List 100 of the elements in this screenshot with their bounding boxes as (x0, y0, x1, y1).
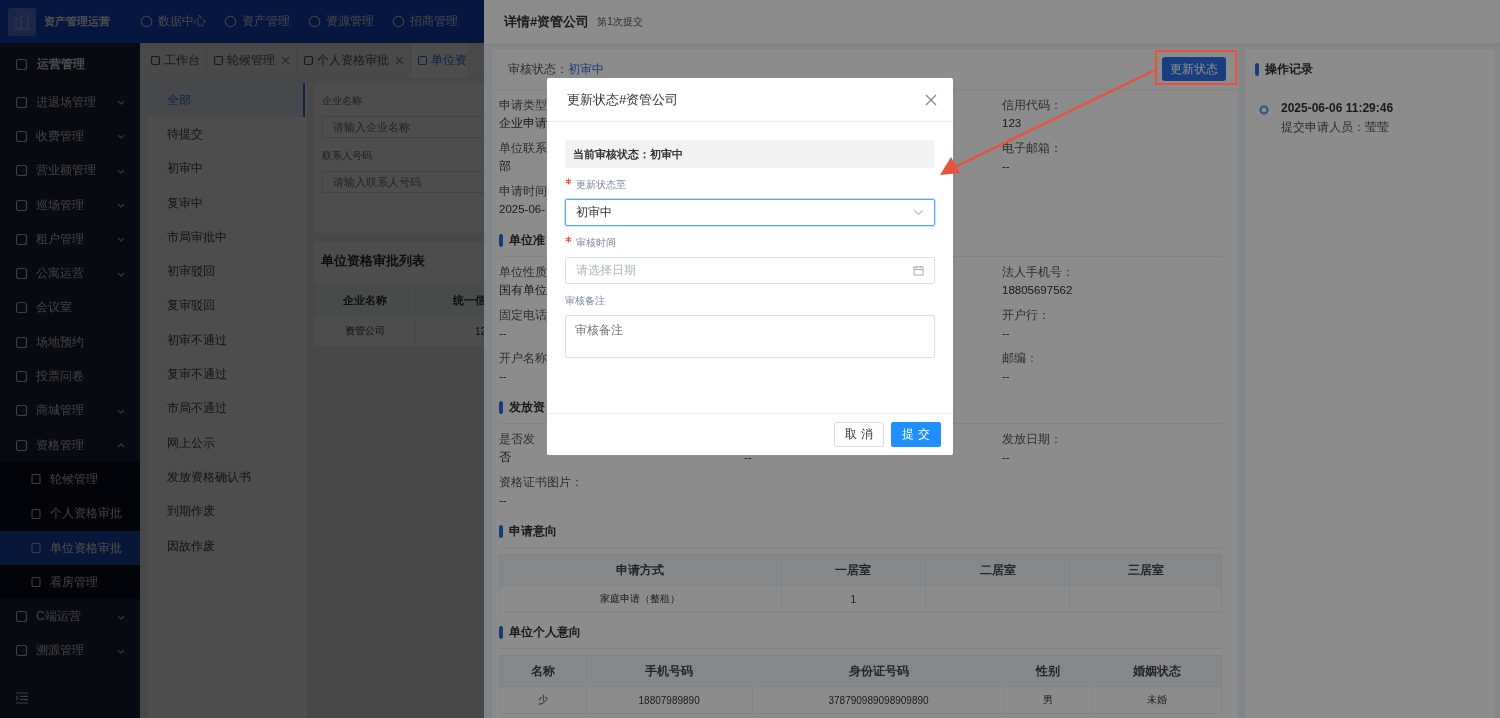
section-title: 单位准 (509, 232, 545, 249)
update-status-button[interactable]: 更新状态 (1162, 57, 1226, 81)
circle-icon (140, 15, 153, 28)
close-icon[interactable] (281, 56, 290, 65)
square-icon (150, 55, 161, 66)
section-title: 操作记录 (1265, 60, 1313, 78)
audit-status-value: 初审中 (568, 60, 605, 78)
column-header: 三居室 (1069, 554, 1222, 586)
submit-button[interactable]: 提 交 (891, 422, 941, 447)
drawer-subtitle: 第1次提交 (597, 15, 643, 29)
field-label: 单位联系 (499, 142, 547, 154)
column-header: 婚姻状态 (1091, 655, 1222, 687)
column-header: 企业名称 (314, 284, 416, 316)
table-cell: 未婚 (1146, 694, 1167, 705)
circle-icon (224, 15, 237, 28)
field-label: 开户名称 (499, 352, 547, 364)
field-label: 资格证书图片： (499, 476, 583, 488)
square-icon (15, 301, 28, 315)
date-field[interactable]: 请选择日期 (565, 257, 935, 284)
table-cell: 378790989098909890 (828, 694, 929, 706)
remark-field[interactable]: 审核备注 (565, 315, 935, 358)
close-icon[interactable] (925, 93, 937, 106)
field-value: 企业申请 (499, 117, 547, 129)
column-header: 二居室 (925, 554, 1070, 586)
list-title: 单位资格审批列表 (320, 252, 426, 270)
field-value: 部 (499, 160, 511, 172)
close-icon[interactable] (395, 56, 404, 65)
square-icon (15, 164, 28, 178)
field-label: 审核备注 (565, 294, 605, 308)
sidebar-section-title[interactable]: 运营管理 (0, 43, 140, 85)
menu-icon[interactable] (15, 692, 29, 704)
table-cell: 1 (850, 593, 857, 605)
section-title: 申请意向 (509, 523, 557, 540)
square-icon (15, 610, 28, 624)
section-title: 发放资 (509, 399, 545, 416)
field-label: 法人手机号： (1002, 266, 1074, 278)
square-icon (15, 370, 28, 383)
field-value: 否 (499, 451, 511, 463)
field-value: 国有单位 (499, 284, 547, 296)
field-label: 邮编： (1002, 352, 1038, 364)
square-icon (417, 55, 428, 66)
table-cell: 男 (1043, 694, 1054, 705)
field-label: 审核时间 (576, 236, 616, 250)
square-icon (30, 576, 42, 589)
table-cell: 18807989890 (638, 694, 700, 706)
log-time: 2025-06-06 11:29:46 (1281, 101, 1394, 115)
field-label: 是否发 (499, 433, 535, 445)
table-cell: 少 (537, 694, 548, 705)
square-icon (15, 438, 28, 452)
square-icon (15, 267, 28, 281)
cancel-button[interactable]: 取 消 (834, 422, 884, 447)
field-value: -- (499, 494, 507, 506)
field-value: -- (499, 370, 507, 382)
column-header: 一居室 (781, 554, 926, 586)
current-status-banner: 当前审核状态：初审中 (565, 140, 935, 168)
log-text: 提交申请人员：莹莹 (1281, 119, 1390, 136)
section-title: 单位个人意向 (509, 624, 581, 641)
timeline-dot-icon (1259, 105, 1269, 115)
square-icon (30, 507, 42, 520)
field-label: 申请类型 (499, 99, 547, 111)
field-value: 2025-06- (499, 203, 546, 215)
column-header: 身份证号码 (752, 655, 1005, 687)
field-label: 发放日期： (1002, 433, 1062, 445)
chevron-down-icon (913, 207, 924, 218)
table-cell: 家庭申请（整租） (600, 593, 681, 604)
square-icon (15, 335, 28, 349)
field-label: 信用代码： (1002, 99, 1062, 111)
column-header: 名称 (499, 655, 587, 687)
field-value: -- (499, 327, 507, 339)
field-label: 更新状态至 (576, 178, 626, 192)
field-value: -- (1002, 370, 1010, 382)
field-value: 18805697562 (1002, 284, 1073, 296)
calendar-icon (913, 265, 924, 276)
square-icon (15, 644, 28, 658)
field-label: 固定电话 (499, 309, 547, 321)
field-value: -- (1002, 451, 1010, 463)
square-icon (15, 57, 28, 71)
dialog-title: 更新状态#资管公司 (567, 90, 679, 109)
column-header: 性别 (1004, 655, 1092, 687)
field-label: 开户行： (1002, 309, 1050, 321)
square-icon (30, 542, 42, 554)
page-tab[interactable]: 单位资 (411, 43, 467, 78)
square-icon (303, 55, 314, 66)
field-label: 申请时间 (499, 185, 547, 197)
app-title: 资产管理运营 (44, 14, 111, 29)
field-value: -- (1002, 327, 1010, 339)
status-select[interactable]: 初审中 (565, 199, 935, 226)
audit-status-label: 审核状态： (508, 60, 568, 78)
square-icon (15, 404, 28, 418)
logo-icon (8, 7, 36, 36)
field-value: -- (1002, 160, 1010, 172)
column-header: 手机号码 (586, 655, 753, 687)
field-value: 123 (1002, 117, 1022, 129)
square-icon (213, 55, 224, 66)
square-icon (15, 198, 28, 212)
square-icon (15, 129, 28, 143)
square-icon (15, 232, 28, 246)
field-value: -- (744, 451, 752, 463)
drawer-title: 详情#资管公司 (504, 13, 590, 31)
circle-icon (308, 15, 321, 28)
